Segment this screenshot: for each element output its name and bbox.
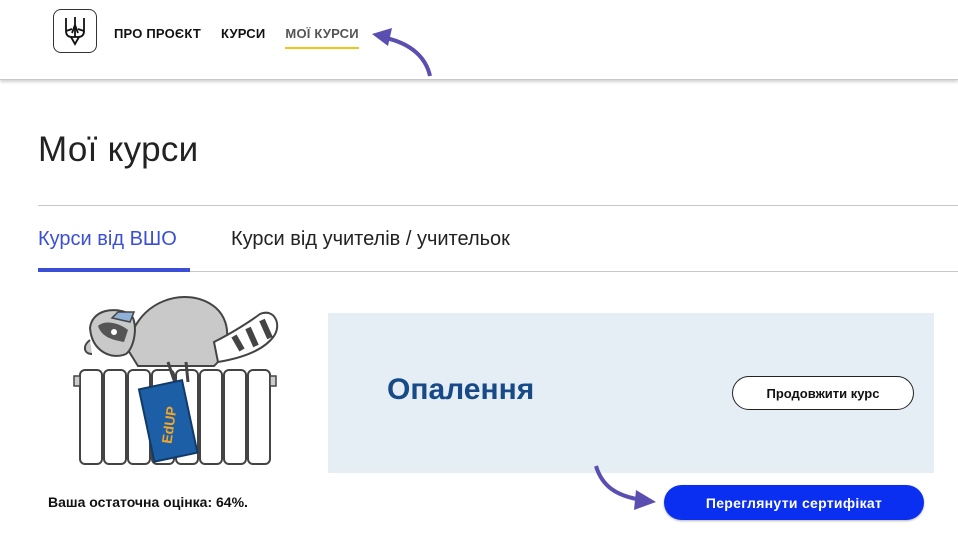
- main-nav: ПРО ПРОЄКТ КУРСИ МОЇ КУРСИ: [114, 26, 379, 49]
- trident-logo[interactable]: [53, 9, 97, 53]
- active-tab-indicator: [38, 268, 190, 272]
- annotation-arrow-icon: [372, 28, 432, 77]
- tab-school-courses[interactable]: Курси від ВШО: [38, 228, 177, 251]
- nav-my-courses[interactable]: МОЇ КУРСИ: [285, 26, 359, 49]
- raccoon-on-radiator-illustration: EdUP: [38, 280, 308, 472]
- nav-courses[interactable]: КУРСИ: [221, 26, 265, 49]
- course-title: Опалення: [387, 373, 535, 406]
- view-certificate-button[interactable]: Переглянути сертифікат: [664, 485, 924, 520]
- continue-course-button[interactable]: Продовжити курс: [732, 376, 914, 410]
- nav-about[interactable]: ПРО ПРОЄКТ: [114, 26, 201, 49]
- course-card: Опалення Продовжити курс: [328, 313, 934, 473]
- final-grade-text: Ваша остаточна оцінка: 64%.: [48, 494, 248, 510]
- page-title: Мої курси: [38, 130, 199, 169]
- annotation-arrow-icon: [594, 465, 656, 510]
- site-header: ПРО ПРОЄКТ КУРСИ МОЇ КУРСИ: [0, 0, 958, 80]
- tab-teacher-courses[interactable]: Курси від учителів / учительок: [231, 228, 510, 251]
- trident-icon: [65, 17, 85, 46]
- course-tabs: Курси від ВШО Курси від учителів / учите…: [38, 206, 958, 272]
- course-footer: Ваша остаточна оцінка: 64%. Переглянути …: [38, 473, 938, 533]
